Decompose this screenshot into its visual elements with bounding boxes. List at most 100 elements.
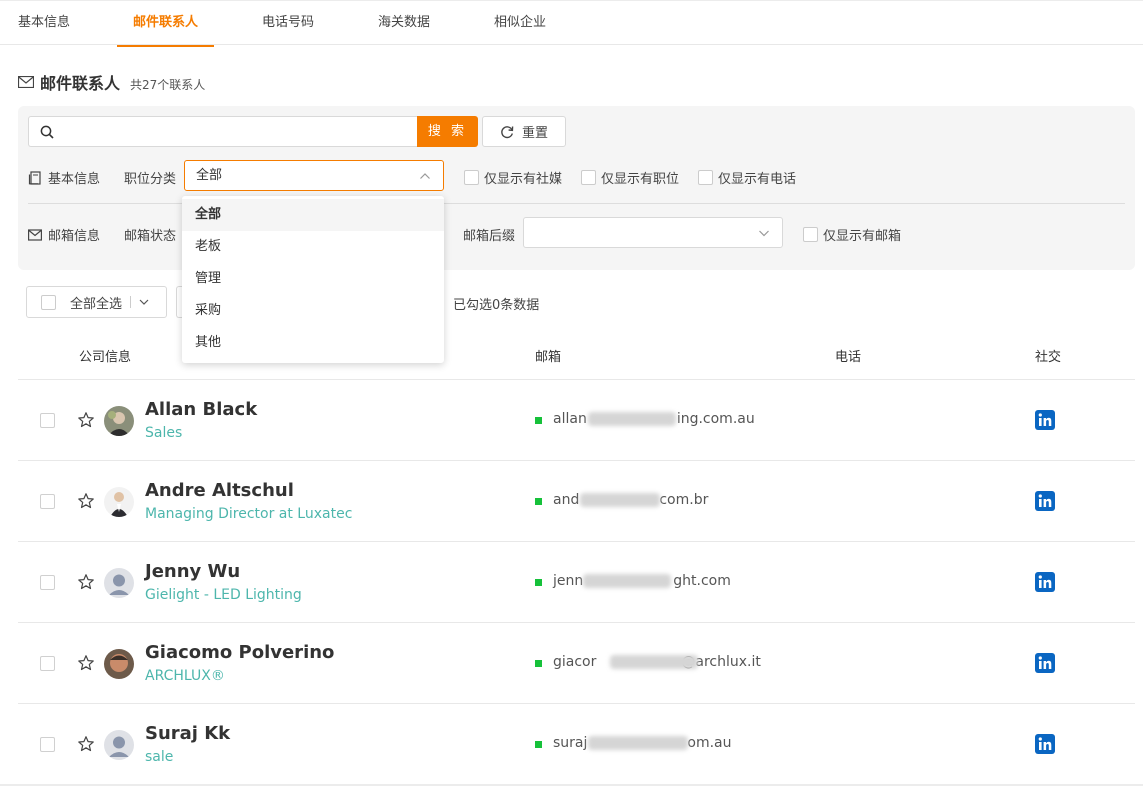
only-email-label: 仅显示有邮箱 [823, 229, 902, 244]
email-mask [610, 655, 698, 669]
dropdown-option-other[interactable]: 其他 [182, 327, 444, 359]
row-checkbox[interactable] [40, 656, 55, 671]
avatar [104, 487, 134, 517]
star-icon[interactable] [77, 735, 95, 753]
row-checkbox[interactable] [40, 575, 55, 590]
only-phone-checkbox[interactable]: 仅显示有电话 [698, 168, 796, 187]
contact-title: Gielight - LED Lighting [145, 587, 302, 603]
header-company: 公司信息 [79, 350, 132, 365]
checkbox-box [698, 170, 713, 185]
contact-name[interactable]: Allan Black [145, 399, 257, 420]
checkbox-box [464, 170, 479, 185]
only-position-label: 仅显示有职位 [601, 172, 680, 187]
avatar [104, 649, 134, 679]
search-icon [40, 125, 54, 139]
contact-title: sale [145, 749, 174, 765]
email-suffix-select[interactable] [523, 217, 783, 248]
search-button[interactable]: 搜 索 [417, 116, 478, 147]
email-visible-end: om.au [687, 735, 732, 751]
linkedin-icon[interactable] [1035, 734, 1055, 754]
tab-customs-data[interactable]: 海关数据 [378, 1, 430, 46]
star-icon[interactable] [77, 654, 95, 672]
selected-count: 已勾选0条数据 [453, 298, 540, 313]
chevron-down-icon[interactable] [139, 297, 149, 307]
email-mask [588, 412, 676, 426]
email-visible-end: ing.com.au [676, 411, 755, 427]
linkedin-icon[interactable] [1035, 572, 1055, 592]
email-visible-start: allan [553, 411, 587, 427]
contact-name[interactable]: Jenny Wu [145, 561, 240, 582]
table-row: Giacomo Polverino ARCHLUX® giacor @archlu… [18, 623, 1135, 704]
separator [130, 296, 132, 308]
select-all-label: 全部全选 [70, 296, 123, 312]
checkbox-box [803, 227, 818, 242]
table-row: Andre Altschul Managing Director at Luxa… [18, 461, 1135, 542]
contact-name[interactable]: Andre Altschul [145, 480, 294, 501]
linkedin-icon[interactable] [1035, 491, 1055, 511]
reset-label: 重置 [521, 126, 548, 141]
avatar-placeholder-icon [104, 568, 134, 598]
chevron-up-icon [420, 173, 430, 179]
position-select[interactable]: 全部 [184, 160, 444, 191]
contact-title: ARCHLUX® [145, 668, 225, 684]
header-phone: 电话 [835, 350, 862, 365]
contact-title: Sales [145, 425, 183, 441]
mail-icon [18, 76, 34, 88]
star-icon[interactable] [77, 492, 95, 510]
email-visible-start: and [553, 492, 580, 508]
section-header: 邮件联系人 共27个联系人 [18, 70, 205, 94]
only-social-label: 仅显示有社媒 [484, 172, 563, 187]
tab-similar-companies[interactable]: 相似企业 [494, 1, 546, 46]
email-status-label: 邮箱状态 [124, 229, 177, 244]
dropdown-option-management[interactable]: 管理 [182, 263, 444, 295]
row-checkbox[interactable] [40, 494, 55, 509]
document-icon [28, 170, 41, 185]
dropdown-option-all[interactable]: 全部 [182, 199, 444, 231]
tab-email-contacts[interactable]: 邮件联系人 [116, 1, 215, 47]
email-status-dot [535, 579, 542, 586]
only-position-checkbox[interactable]: 仅显示有职位 [581, 168, 679, 187]
row-checkbox[interactable] [40, 413, 55, 428]
position-dropdown-menu: 全部 老板 管理 采购 其他 [182, 196, 444, 363]
select-all-button[interactable]: 全部全选 [26, 286, 167, 318]
dropdown-option-boss[interactable]: 老板 [182, 231, 444, 263]
tab-bar: 基本信息 邮件联系人 电话号码 海关数据 相似企业 [0, 0, 1143, 47]
search-box [28, 116, 418, 147]
email-visible-end: ght.com [673, 573, 731, 589]
email-status-dot [535, 660, 542, 667]
avatar-placeholder-icon [104, 730, 134, 760]
email-visible-start: giacor [553, 654, 597, 670]
star-icon[interactable] [77, 573, 95, 591]
email-visible-start: jenn [553, 573, 584, 589]
reset-button[interactable]: 重置 [482, 116, 566, 147]
email-status-dot [535, 498, 542, 505]
contact-name[interactable]: Giacomo Polverino [145, 642, 334, 663]
table-row: Suraj Kk sale suraj om.au [18, 704, 1135, 785]
linkedin-icon[interactable] [1035, 653, 1055, 673]
contact-count: 共27个联系人 [130, 77, 206, 92]
only-phone-label: 仅显示有电话 [718, 172, 797, 187]
dropdown-option-purchasing[interactable]: 采购 [182, 295, 444, 327]
row-checkbox[interactable] [40, 737, 55, 752]
only-social-checkbox[interactable]: 仅显示有社媒 [464, 168, 562, 187]
basic-info-label: 基本信息 [28, 168, 100, 187]
mail-icon [28, 228, 42, 241]
basic-info-text: 基本信息 [48, 172, 101, 187]
header-email: 邮箱 [535, 350, 562, 365]
email-mask [588, 736, 688, 750]
linkedin-icon[interactable] [1035, 410, 1055, 430]
table-row: Jenny Wu Gielight - LED Lighting jenn ght… [18, 542, 1135, 623]
contact-name[interactable]: Suraj Kk [145, 723, 230, 744]
tab-basic-info[interactable]: 基本信息 [18, 1, 70, 46]
position-label: 职位分类 [124, 172, 177, 187]
only-email-checkbox[interactable]: 仅显示有邮箱 [803, 225, 901, 244]
checkbox-box [581, 170, 596, 185]
search-input[interactable] [61, 117, 411, 146]
star-icon[interactable] [77, 411, 95, 429]
tab-phone-numbers[interactable]: 电话号码 [262, 1, 314, 46]
select-all-checkbox[interactable] [41, 294, 56, 310]
email-status-dot [535, 417, 542, 424]
header-social: 社交 [1035, 350, 1062, 365]
email-visible-start: suraj [553, 735, 588, 751]
email-visible-end: com.br [659, 492, 709, 508]
